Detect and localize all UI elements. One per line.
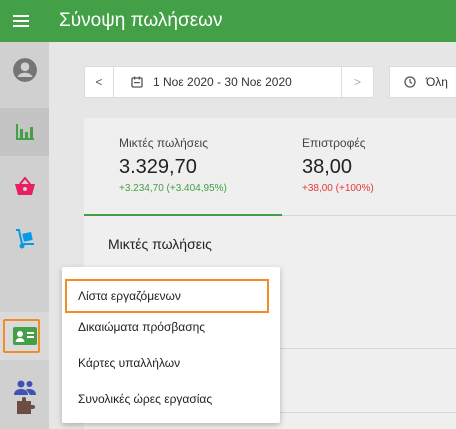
stat-label: Επιστροφές [302,136,366,150]
dolly-icon [15,229,34,249]
clock-icon [404,76,416,88]
time-filter-button[interactable]: Όλη [389,66,456,98]
account-icon [12,58,37,82]
hamburger-icon[interactable] [0,0,42,42]
time-filter-label: Όλη [426,75,448,89]
next-period-button[interactable]: > [342,66,374,98]
puzzle-icon [16,397,35,414]
stat-change: +38,00 (+100%) [302,183,374,194]
top-app-bar: Σύνοψη πωλήσεων [0,0,456,42]
date-toolbar: < 1 Νοε 2020 - 30 Νοε 2020 > Όλη [84,66,456,98]
gross-sales-stat[interactable]: Μικτές πωλήσεις 3.329,70 +3.234,70 (+3.4… [84,118,282,216]
employees-highlight-frame [3,319,40,353]
sidebar-item-inventory[interactable] [0,215,49,263]
sidebar-item-reports[interactable] [0,108,49,156]
stats-row: Μικτές πωλήσεις 3.329,70 +3.234,70 (+3.4… [84,118,456,216]
sidebar [0,42,49,429]
menu-item-timecards[interactable]: Κάρτες υπαλλήλων [62,346,280,380]
bar-chart-icon [15,124,34,140]
menu-item-total-hours[interactable]: Συνολικές ώρες εργασίας [62,382,280,416]
date-range-button[interactable]: 1 Νοε 2020 - 30 Νοε 2020 [114,66,342,98]
stat-value: 38,00 [302,156,353,178]
stat-change: +3.234,70 (+3.404,95%) [119,183,227,194]
stat-label: Μικτές πωλήσεις [119,136,208,150]
calendar-icon [131,76,143,88]
date-range-label: 1 Νοε 2020 - 30 Νοε 2020 [153,75,292,89]
refunds-stat[interactable]: Επιστροφές 38,00 +38,00 (+100%) [282,118,456,215]
employees-submenu: Λίστα εργαζόμενων Δικαιώματα πρόσβασης Κ… [62,267,280,423]
stat-value: 3.329,70 [119,156,197,178]
basket-icon [14,176,35,195]
menu-item-employee-list[interactable]: Λίστα εργαζόμενων [65,279,269,313]
menu-item-access-rights[interactable]: Δικαιώματα πρόσβασης [62,310,280,344]
previous-period-button[interactable]: < [84,66,114,98]
sidebar-item-sales[interactable] [0,162,49,210]
sidebar-item-account[interactable] [0,46,49,94]
active-stat-indicator [84,214,282,216]
page-title: Σύνοψη πωλήσεων [59,10,223,31]
sidebar-item-integrations[interactable] [0,381,49,429]
chart-section-title: Μικτές πωλήσεις [108,236,212,252]
